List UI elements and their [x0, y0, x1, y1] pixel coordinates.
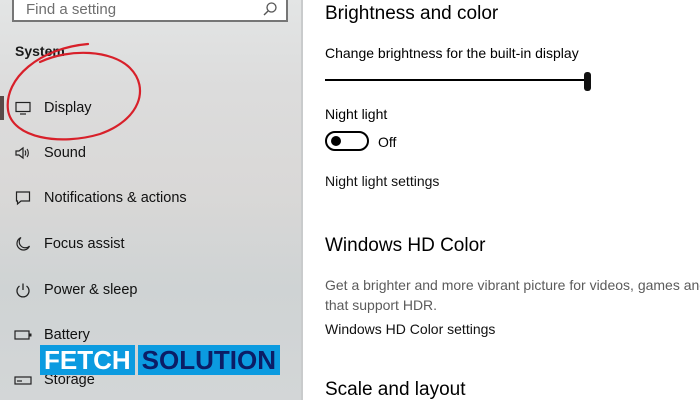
speaker-icon	[14, 144, 32, 162]
monitor-icon	[14, 99, 32, 117]
watermark-logo: FETCH SOLUTION	[40, 345, 281, 375]
night-light-label: Night light	[325, 106, 388, 122]
sidebar-item-label: Sound	[44, 145, 86, 161]
watermark-part1: FETCH	[40, 345, 135, 375]
sidebar-item-label: Battery	[44, 327, 90, 343]
selection-indicator	[0, 96, 4, 120]
power-icon	[14, 281, 32, 299]
battery-icon	[14, 326, 32, 344]
hd-color-desc-line1: Get a brighter and more vibrant picture …	[325, 277, 700, 293]
brightness-slider[interactable]	[325, 72, 593, 91]
sidebar-item-label: Power & sleep	[44, 282, 138, 298]
search-input[interactable]	[26, 0, 262, 18]
sidebar-item-display[interactable]: Display	[0, 88, 300, 128]
sidebar-item-power-sleep[interactable]: Power & sleep	[0, 270, 300, 310]
sidebar-item-label: Display	[44, 100, 92, 116]
sidebar-item-sound[interactable]: Sound	[0, 133, 300, 173]
search-icon[interactable]	[262, 1, 278, 17]
brightness-title: Brightness and color	[325, 3, 499, 24]
brightness-slider-label: Change brightness for the built-in displ…	[325, 45, 579, 61]
moon-icon	[14, 235, 32, 253]
sidebar-item-label: Focus assist	[44, 236, 125, 252]
slider-thumb[interactable]	[584, 72, 591, 91]
night-light-toggle[interactable]	[325, 131, 369, 151]
toggle-knob	[331, 136, 341, 146]
notification-icon	[14, 189, 32, 207]
settings-sidebar: System Display Sound Notifications & act…	[0, 0, 303, 400]
sidebar-item-focus-assist[interactable]: Focus assist	[0, 224, 300, 264]
display-settings-pane: Brightness and color Change brightness f…	[303, 0, 700, 400]
hd-color-desc-line2: that support HDR.	[325, 297, 438, 313]
sidebar-item-label: Notifications & actions	[44, 190, 187, 206]
storage-icon	[14, 371, 32, 389]
slider-track[interactable]	[325, 79, 585, 81]
hd-color-title: Windows HD Color	[325, 235, 486, 256]
sidebar-item-notifications[interactable]: Notifications & actions	[0, 178, 300, 218]
night-light-settings-link[interactable]: Night light settings	[325, 173, 439, 189]
scale-layout-title: Scale and layout	[325, 379, 466, 400]
watermark-part2: SOLUTION	[137, 345, 281, 375]
section-label-system: System	[15, 43, 65, 59]
hd-color-settings-link[interactable]: Windows HD Color settings	[325, 321, 495, 337]
night-light-state: Off	[378, 134, 397, 150]
search-box[interactable]	[12, 0, 288, 22]
